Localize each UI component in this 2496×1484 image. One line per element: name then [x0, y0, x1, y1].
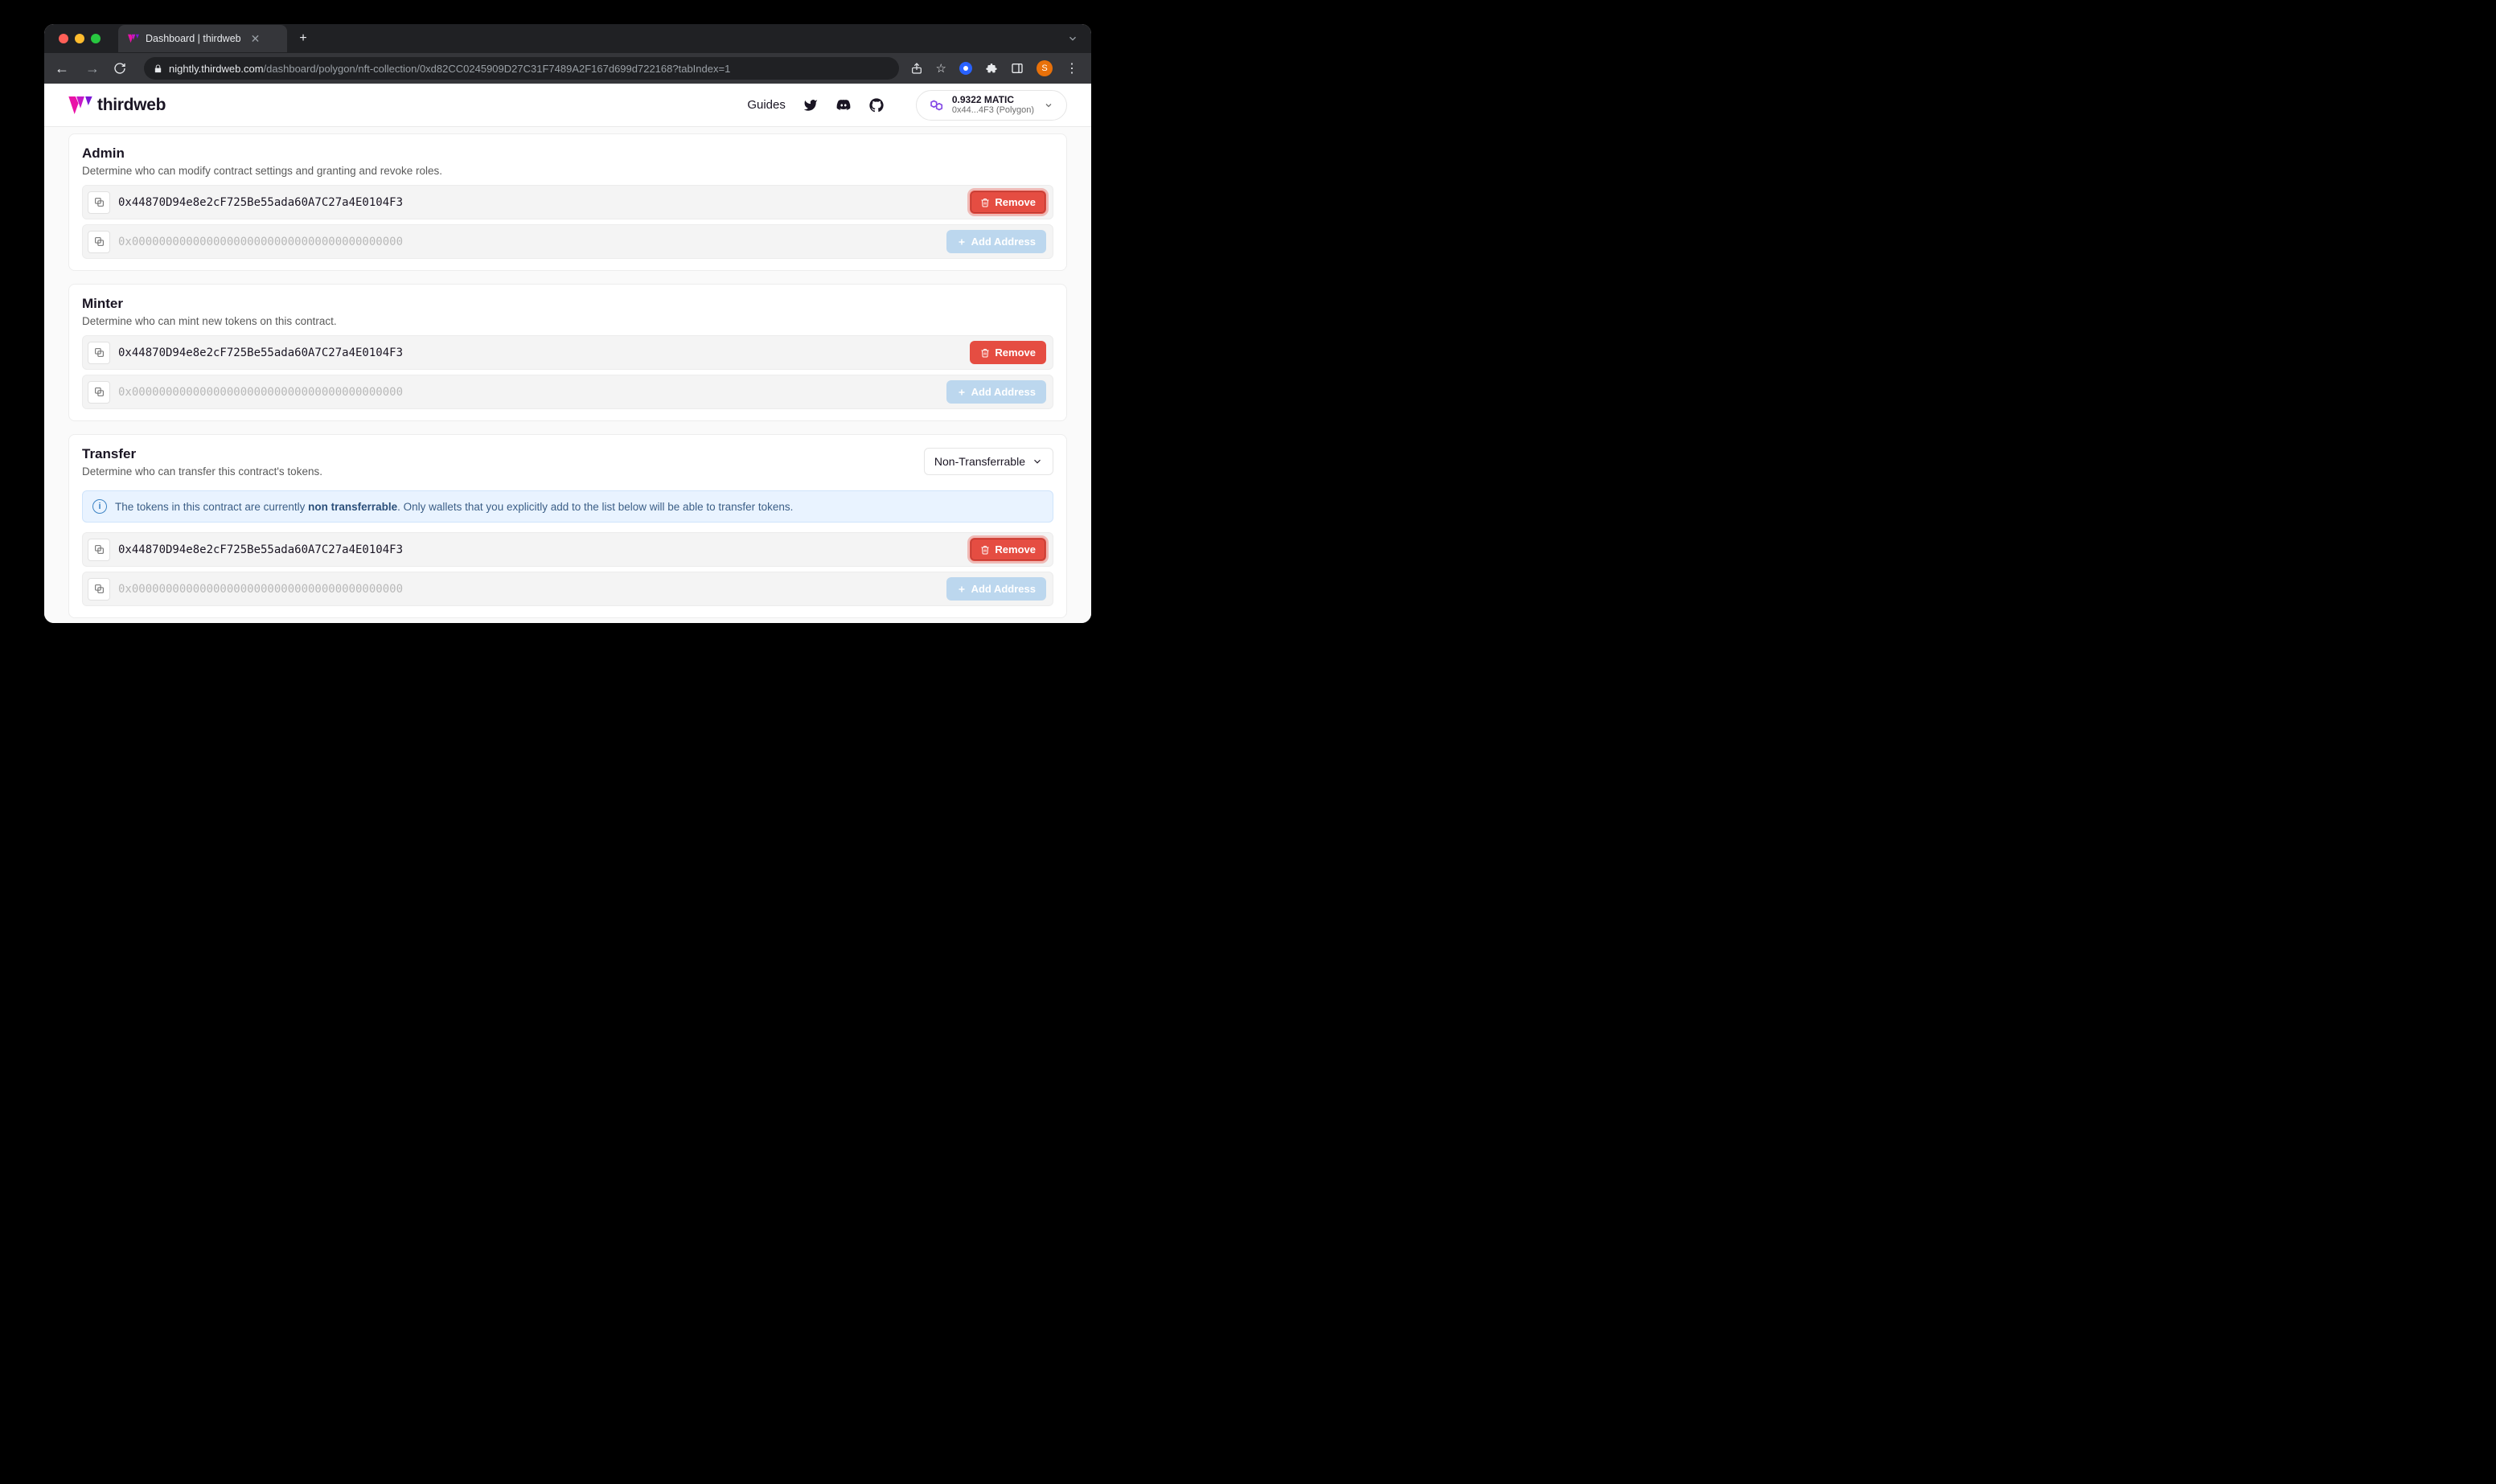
copy-address-button[interactable] — [88, 381, 110, 404]
tab-bar: Dashboard | thirdweb ✕ + — [44, 24, 1091, 53]
panel-icon[interactable] — [1011, 62, 1024, 75]
bookmark-star-icon[interactable]: ☆ — [936, 61, 946, 76]
transferability-dropdown[interactable]: Non-Transferrable — [924, 448, 1053, 475]
address-bar[interactable]: nightly.thirdweb.com/dashboard/polygon/n… — [144, 57, 899, 80]
transfer-desc: Determine who can transfer this contract… — [82, 465, 924, 478]
chrome-menu-icon[interactable]: ⋮ — [1065, 60, 1078, 76]
polygon-chain-icon — [926, 96, 944, 114]
info-icon: i — [92, 499, 107, 514]
wallet-balance: 0.9322 MATIC — [952, 95, 1034, 105]
profile-avatar[interactable]: S — [1037, 60, 1053, 76]
close-tab-icon[interactable]: ✕ — [251, 32, 261, 46]
copy-address-button[interactable] — [88, 231, 110, 253]
minter-add-row: 0x00000000000000000000000000000000000000… — [82, 375, 1053, 409]
lock-icon — [154, 64, 162, 73]
copy-address-button[interactable] — [88, 342, 110, 364]
window-close[interactable] — [59, 34, 68, 43]
transfer-title: Transfer — [82, 446, 924, 462]
trash-icon — [980, 348, 990, 358]
page: thirdweb Guides 0 — [44, 84, 1091, 623]
share-icon[interactable] — [910, 62, 923, 75]
plus-icon — [957, 387, 967, 397]
nav-reload-button[interactable] — [113, 62, 133, 75]
admin-address-row: 0x44870D94e8e2cF725Be55ada60A7C27a4E0104… — [82, 185, 1053, 219]
extension-icon[interactable] — [959, 62, 972, 75]
extensions-puzzle-icon[interactable] — [985, 62, 998, 75]
wallet-connect-pill[interactable]: 0.9322 MATIC 0x44...4F3 (Polygon) — [916, 90, 1067, 121]
github-icon[interactable] — [869, 98, 884, 113]
admin-title: Admin — [82, 146, 1053, 162]
remove-label: Remove — [995, 196, 1036, 208]
add-address-label: Add Address — [971, 583, 1036, 595]
minter-remove-button[interactable]: Remove — [970, 341, 1046, 364]
info-text-b: non transferrable — [308, 501, 397, 513]
thirdweb-logo-icon — [68, 96, 92, 114]
info-text-c: . Only wallets that you explicitly add t… — [397, 501, 793, 513]
trash-icon — [980, 545, 990, 555]
tab-title: Dashboard | thirdweb — [146, 33, 241, 44]
new-tab-button[interactable]: + — [292, 27, 314, 50]
thirdweb-favicon — [128, 34, 139, 43]
address-bar-row: ← → nightly.thirdweb.com/dashboard/polyg… — [44, 53, 1091, 84]
transfer-address: 0x44870D94e8e2cF725Be55ada60A7C27a4E0104… — [118, 543, 962, 556]
chevron-down-icon — [1032, 456, 1043, 467]
discord-icon[interactable] — [835, 98, 852, 113]
window-minimize[interactable] — [75, 34, 84, 43]
minter-address: 0x44870D94e8e2cF725Be55ada60A7C27a4E0104… — [118, 346, 962, 359]
brand[interactable]: thirdweb — [68, 96, 166, 115]
trash-icon — [980, 198, 990, 207]
admin-desc: Determine who can modify contract settin… — [82, 165, 1053, 177]
address-input[interactable]: 0x00000000000000000000000000000000000000… — [118, 386, 938, 399]
url-path: /dashboard/polygon/nft-collection/0xd82C… — [264, 63, 731, 75]
wallet-short-address: 0x44...4F3 (Polygon) — [952, 105, 1034, 115]
chevron-down-icon — [1044, 100, 1053, 110]
add-address-label: Add Address — [971, 386, 1036, 398]
info-text-a: The tokens in this contract are currentl… — [115, 501, 308, 513]
remove-label: Remove — [995, 543, 1036, 555]
admin-card: Admin Determine who can modify contract … — [68, 133, 1067, 271]
admin-add-row: 0x00000000000000000000000000000000000000… — [82, 224, 1053, 259]
brand-text: thirdweb — [97, 96, 166, 115]
minter-add-address-button[interactable]: Add Address — [946, 380, 1046, 404]
tabs-overflow-icon[interactable] — [1067, 33, 1091, 44]
address-input[interactable]: 0x00000000000000000000000000000000000000… — [118, 236, 938, 248]
transfer-card: Transfer Determine who can transfer this… — [68, 434, 1067, 618]
nav-guides[interactable]: Guides — [747, 98, 786, 112]
plus-icon — [957, 237, 967, 247]
window-maximize[interactable] — [91, 34, 101, 43]
transfer-remove-button[interactable]: Remove — [970, 538, 1046, 561]
copy-address-button[interactable] — [88, 191, 110, 214]
transfer-info-banner: i The tokens in this contract are curren… — [82, 490, 1053, 523]
browser-tab-active[interactable]: Dashboard | thirdweb ✕ — [118, 25, 287, 52]
copy-address-button[interactable] — [88, 578, 110, 601]
url-host: nightly.thirdweb.com — [169, 63, 264, 75]
twitter-icon[interactable] — [803, 98, 818, 113]
transfer-add-address-button[interactable]: Add Address — [946, 577, 1046, 601]
app-header: thirdweb Guides 0 — [44, 84, 1091, 127]
transfer-add-row: 0x00000000000000000000000000000000000000… — [82, 572, 1053, 606]
minter-title: Minter — [82, 296, 1053, 312]
minter-desc: Determine who can mint new tokens on thi… — [82, 315, 1053, 327]
admin-address: 0x44870D94e8e2cF725Be55ada60A7C27a4E0104… — [118, 196, 962, 209]
admin-remove-button[interactable]: Remove — [970, 191, 1046, 214]
minter-address-row: 0x44870D94e8e2cF725Be55ada60A7C27a4E0104… — [82, 335, 1053, 370]
nav-back-button[interactable]: ← — [52, 60, 72, 77]
admin-add-address-button[interactable]: Add Address — [946, 230, 1046, 253]
address-input[interactable]: 0x00000000000000000000000000000000000000… — [118, 583, 938, 596]
dropdown-value: Non-Transferrable — [934, 455, 1025, 468]
remove-label: Remove — [995, 346, 1036, 359]
minter-card: Minter Determine who can mint new tokens… — [68, 284, 1067, 421]
browser-chrome: Dashboard | thirdweb ✕ + ← → nightly.thi… — [44, 24, 1091, 84]
nav-forward-button[interactable]: → — [83, 60, 102, 77]
add-address-label: Add Address — [971, 236, 1036, 248]
transfer-address-row: 0x44870D94e8e2cF725Be55ada60A7C27a4E0104… — [82, 532, 1053, 567]
copy-address-button[interactable] — [88, 539, 110, 561]
plus-icon — [957, 584, 967, 594]
